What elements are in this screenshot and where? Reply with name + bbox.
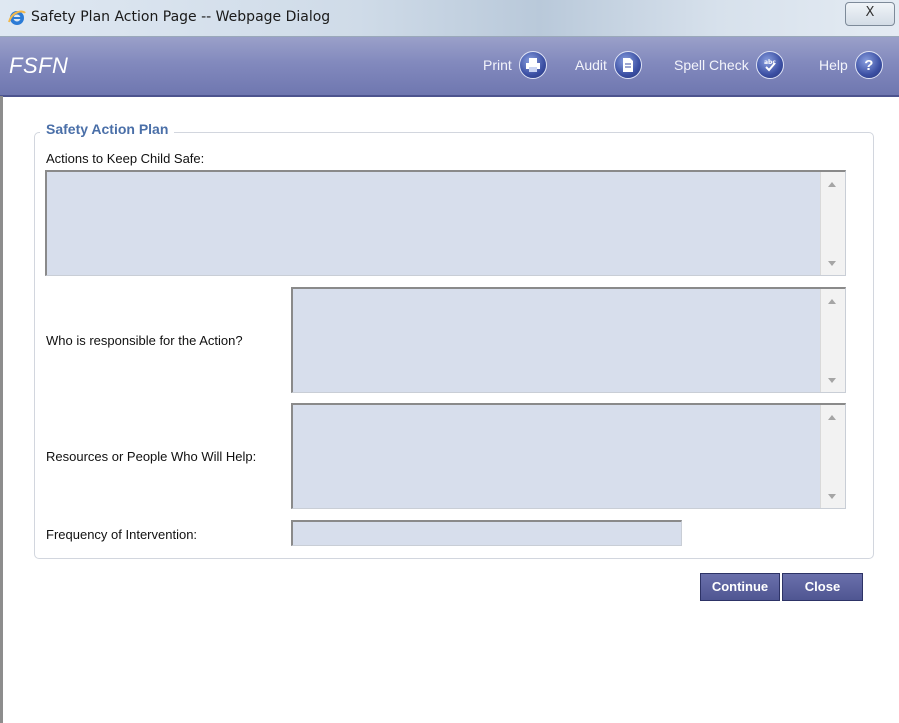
app-brand: FSFN <box>9 53 69 78</box>
actions-scrollbar[interactable] <box>820 172 845 275</box>
scroll-up-arrow-icon[interactable] <box>828 299 836 304</box>
resources-textarea[interactable] <box>291 403 846 509</box>
window-title-bar: Safety Plan Action Page -- Webpage Dialo… <box>0 0 899 37</box>
document-icon <box>613 51 642 79</box>
frequency-input[interactable] <box>291 520 682 546</box>
close-button[interactable]: Close <box>782 573 863 601</box>
audit-button[interactable]: Audit <box>575 50 642 80</box>
printer-icon <box>518 51 547 79</box>
print-button[interactable]: Print <box>483 50 547 80</box>
help-icon: ? <box>854 51 883 79</box>
spell-check-label: Spell Check <box>674 57 749 73</box>
resources-label: Resources or People Who Will Help: <box>46 449 257 464</box>
scroll-up-arrow-icon[interactable] <box>828 415 836 420</box>
resources-scrollbar[interactable] <box>820 405 845 508</box>
frequency-label: Frequency of Intervention: <box>46 527 198 542</box>
scroll-down-arrow-icon[interactable] <box>828 378 836 383</box>
scroll-up-arrow-icon[interactable] <box>828 182 836 187</box>
internet-explorer-icon <box>8 10 26 25</box>
responsible-label: Who is responsible for the Action? <box>46 333 243 348</box>
scroll-down-arrow-icon[interactable] <box>828 494 836 499</box>
continue-button[interactable]: Continue <box>700 573 780 601</box>
help-button[interactable]: Help ? <box>819 50 883 80</box>
spell-check-button[interactable]: Spell Check abc <box>674 50 784 80</box>
actions-label: Actions to Keep Child Safe: <box>46 151 205 166</box>
audit-label: Audit <box>575 57 607 73</box>
responsible-textarea[interactable] <box>291 287 846 393</box>
print-label: Print <box>483 57 512 73</box>
window-left-border <box>0 96 3 723</box>
help-label: Help <box>819 57 848 73</box>
actions-textarea[interactable] <box>45 170 846 276</box>
scroll-down-arrow-icon[interactable] <box>828 261 836 266</box>
spell-check-icon: abc <box>755 51 784 79</box>
responsible-scrollbar[interactable] <box>820 289 845 392</box>
window-close-button[interactable]: X <box>845 2 895 26</box>
window-title: Safety Plan Action Page -- Webpage Dialo… <box>31 9 331 25</box>
section-title: Safety Action Plan <box>40 121 175 137</box>
app-header: FSFN Print Audit Spell Check abc Help ? <box>0 37 899 97</box>
